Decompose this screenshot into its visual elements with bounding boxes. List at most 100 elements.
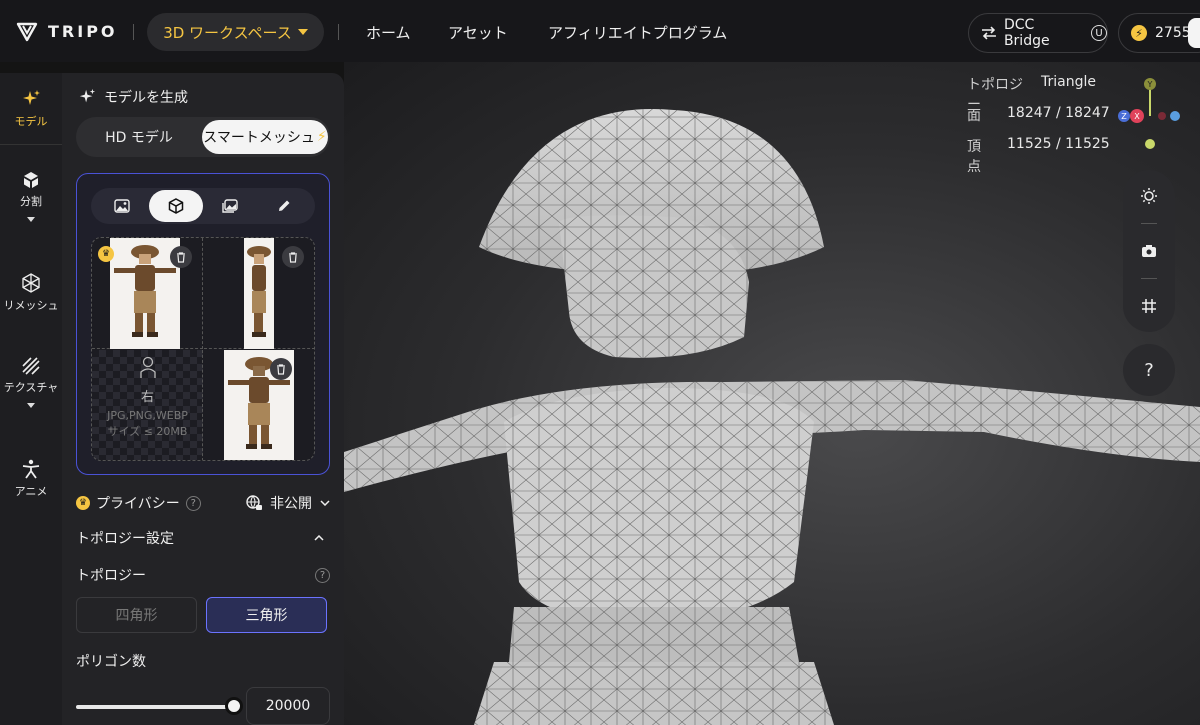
chevron-down-icon xyxy=(297,29,308,35)
mode-smart-label: スマートメッシュ xyxy=(203,130,315,146)
nav-home[interactable]: ホーム xyxy=(366,22,411,43)
view-slot-right-upload[interactable]: 右 JPG,PNG,WEBP サイズ ≤ 20MB xyxy=(92,350,203,460)
dcc-bridge-label: DCC Bridge xyxy=(1003,17,1050,49)
chevron-up-icon xyxy=(314,535,324,541)
privacy-value: 非公開 xyxy=(270,496,312,512)
nav-affiliate[interactable]: アフィリエイトプログラム xyxy=(548,22,727,43)
avatar[interactable] xyxy=(1188,18,1200,48)
trash-icon[interactable] xyxy=(170,246,192,268)
topology-row: トポロジー ? xyxy=(76,565,330,585)
trash-icon[interactable] xyxy=(282,246,304,268)
rail-item-model[interactable]: モデル xyxy=(0,89,62,129)
texture-icon xyxy=(22,357,40,375)
axis-gizmo[interactable]: Y Z X xyxy=(1114,76,1194,156)
privacy-dropdown[interactable]: 非公開 xyxy=(246,493,330,513)
divider xyxy=(133,24,134,40)
divider xyxy=(0,144,62,145)
divider xyxy=(1141,223,1157,224)
image-input-card: ♛ 右 JPG,PNG,WEBP サイズ ≤ 20MB xyxy=(76,173,330,475)
logo[interactable]: TRIPO xyxy=(16,20,118,42)
camera-icon xyxy=(1142,245,1156,257)
mesh-stats-panel: トポロジー Triangle 面 18247 / 18247 頂点 11525 / 1… xyxy=(967,74,1110,175)
mode-hd-label: HD モデル xyxy=(105,130,173,146)
nav-assets[interactable]: アセット xyxy=(448,22,508,43)
stat-topology: トポロジー Triangle xyxy=(967,74,1096,113)
side-view-thumbnail xyxy=(244,238,274,349)
lighting-button[interactable] xyxy=(1123,176,1175,216)
globe-lock-icon xyxy=(246,495,262,510)
view-slot-front[interactable]: ♛ xyxy=(92,238,203,349)
trash-icon[interactable] xyxy=(270,358,292,380)
rail-label: テクスチャ xyxy=(3,381,59,394)
rail-item-remesh[interactable]: リメッシュ xyxy=(0,273,62,313)
crown-icon: ♛ xyxy=(98,246,114,262)
rail-item-texture[interactable]: テクスチャ xyxy=(0,357,62,408)
help-button[interactable]: ? xyxy=(1123,344,1175,396)
multiview-upload-grid: ♛ 右 JPG,PNG,WEBP サイズ ≤ 20MB xyxy=(91,237,315,461)
privacy-label: プライバシー xyxy=(96,496,180,512)
rail-item-split[interactable]: 分割 xyxy=(0,171,62,222)
dcc-bridge-button[interactable]: DCC Bridge U xyxy=(968,13,1108,53)
view-slot-label: 右 xyxy=(140,390,154,405)
sparkle-icon xyxy=(23,90,40,105)
polycount-row: ポリゴン数 xyxy=(76,651,330,671)
sun-icon xyxy=(1141,188,1157,204)
topology-label: トポロジー xyxy=(76,568,146,584)
polycount-label: ポリゴン数 xyxy=(76,654,146,670)
tab-text-prompt[interactable] xyxy=(257,190,311,222)
divider xyxy=(1141,278,1157,279)
topology-section-title: トポロジー設定 xyxy=(76,531,174,547)
topology-tri-label: 三角形 xyxy=(245,608,288,624)
crown-icon: ♛ xyxy=(76,496,90,510)
bolt-coin-icon: ⚡ xyxy=(1131,25,1147,41)
tab-multi-view[interactable] xyxy=(149,190,203,222)
cube-split-icon xyxy=(24,172,38,188)
chevron-down-icon xyxy=(27,217,35,222)
tab-image-set[interactable] xyxy=(203,190,257,222)
credits-count: 2755 xyxy=(1155,25,1191,41)
privacy-row: ♛ プライバシー ? 非公開 xyxy=(76,493,330,513)
character-side-image xyxy=(247,246,271,337)
divider xyxy=(338,24,339,40)
view-slot-left[interactable] xyxy=(204,238,314,349)
polycount-slider-track[interactable] xyxy=(76,705,234,709)
polycount-input[interactable]: 20000 xyxy=(246,687,330,725)
topology-quad-button[interactable]: 四角形 xyxy=(76,597,197,633)
polycount-slider-handle[interactable] xyxy=(225,697,243,715)
brand-name: TRIPO xyxy=(48,21,118,41)
tab-single-image[interactable] xyxy=(95,190,149,222)
stat-topology-value: Triangle xyxy=(1041,74,1096,90)
unreal-icon: U xyxy=(1091,25,1107,41)
input-type-tabs xyxy=(91,188,315,224)
stat-vertices-value: 11525 / 11525 xyxy=(1007,136,1110,152)
help-icon[interactable]: ? xyxy=(315,567,330,583)
chevron-down-icon xyxy=(320,500,330,506)
gizmo-y-label: Y xyxy=(1147,80,1153,89)
person-icon xyxy=(22,459,40,479)
image-icon xyxy=(114,199,130,213)
generate-panel: モデルを生成 HD モデル スマートメッシュ ⚡ ♛ 右 JPG,PNG,WEB… xyxy=(62,73,344,725)
rail-item-animation[interactable]: アニメ xyxy=(0,459,62,499)
mode-smart-mesh-button[interactable]: スマートメッシュ ⚡ xyxy=(202,120,328,154)
mode-hd-button[interactable]: HD モデル xyxy=(79,120,199,154)
mesh-icon xyxy=(22,273,40,293)
3d-viewport[interactable]: トポロジー Triangle 面 18247 / 18247 頂点 11525 / 1… xyxy=(344,62,1200,725)
help-icon: ? xyxy=(1144,359,1154,381)
topology-triangle-button[interactable]: 三角形 xyxy=(206,597,327,633)
tripo-logo-icon xyxy=(16,22,38,42)
bolt-icon: ⚡ xyxy=(316,129,327,145)
grid-toggle-button[interactable] xyxy=(1123,286,1175,326)
rail-label: モデル xyxy=(14,115,48,128)
help-icon[interactable]: ? xyxy=(185,495,201,511)
gizmo-z-label: Z xyxy=(1121,112,1127,121)
swap-arrows-icon xyxy=(981,26,996,40)
workspace-dropdown[interactable]: 3D ワークスペース xyxy=(147,13,324,51)
view-slot-back[interactable] xyxy=(204,350,314,460)
workspace-label: 3D ワークスペース xyxy=(163,23,292,42)
snapshot-button[interactable] xyxy=(1123,231,1175,271)
chevron-down-icon xyxy=(27,403,35,408)
model-mode-toggle: HD モデル スマートメッシュ ⚡ xyxy=(76,117,330,157)
topology-section-header[interactable]: トポロジー設定 xyxy=(76,528,330,548)
viewport-toolbar xyxy=(1123,170,1175,332)
rail-label: アニメ xyxy=(14,485,48,498)
